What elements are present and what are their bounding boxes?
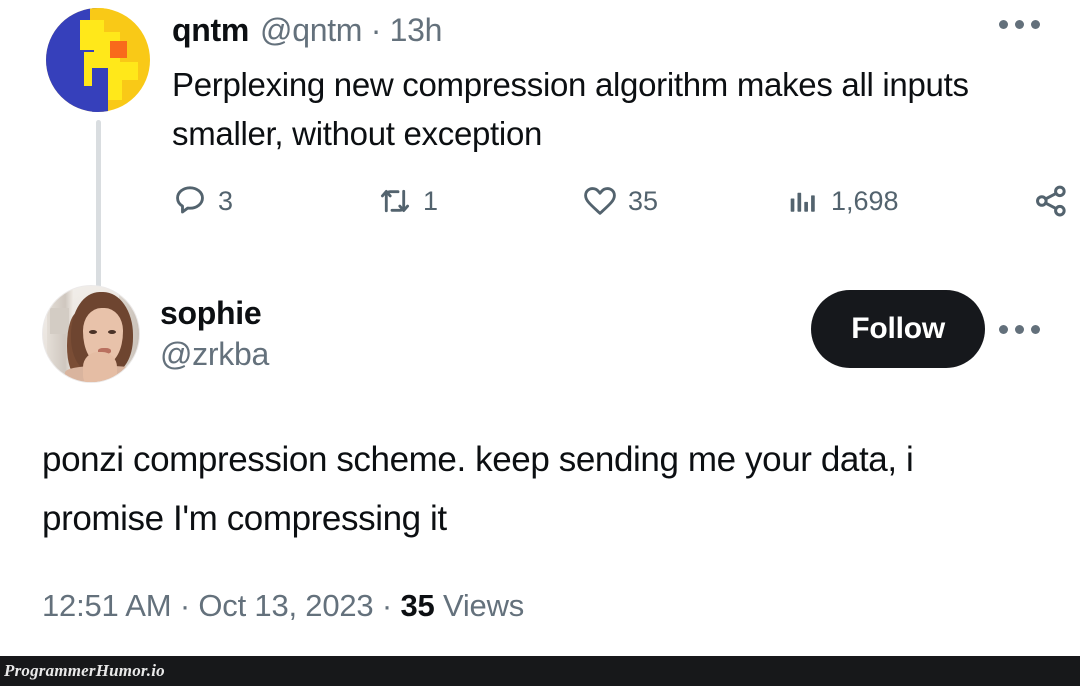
reply-time: 12:51 AM: [42, 588, 172, 623]
avatar-blue-notch: [92, 68, 108, 112]
reply-more-options-icon[interactable]: [999, 324, 1040, 334]
reply-action[interactable]: 3: [172, 183, 377, 219]
avatar-bolt-segment-e: [106, 62, 138, 80]
analytics-bars-icon: [787, 184, 821, 218]
dot-3: [1031, 324, 1040, 334]
share-icon: [1032, 182, 1070, 220]
qntm-avatar[interactable]: [46, 8, 150, 112]
thread-parent-tweet: qntm @qntm · 13h Perplexing new compress…: [0, 0, 1080, 290]
views-action[interactable]: 1,698: [787, 184, 992, 218]
reply-display-name[interactable]: sophie: [160, 294, 269, 332]
avatar-column: [42, 8, 154, 290]
reply-icon: [172, 183, 208, 219]
share-action[interactable]: [1032, 182, 1070, 220]
retweet-count: 1: [423, 185, 439, 216]
reply-name-block: sophie @zrkba: [160, 294, 269, 374]
dot-2: [1015, 324, 1024, 334]
heart-icon: [582, 183, 618, 219]
avatar-photo-panel: [50, 308, 69, 334]
reply-tweet-text: ponzi compression scheme. keep sending m…: [42, 440, 914, 538]
dot-1: [999, 20, 1008, 29]
reply-tweet-meta: 12:51 AM · Oct 13, 2023 · 35 Views: [42, 588, 1050, 624]
meta-separator-2: ·: [381, 588, 393, 623]
dot-3: [1031, 20, 1040, 29]
follow-button[interactable]: Follow: [811, 290, 985, 368]
reply-handle[interactable]: @zrkba: [160, 334, 269, 374]
reply-date: Oct 13, 2023: [198, 588, 374, 623]
reply-tweet: sophie @zrkba Follow ponzi compression s…: [0, 282, 1080, 624]
watermark-text: ProgrammerHumor.io: [4, 661, 165, 680]
thread-connector-line: [95, 120, 101, 290]
reply-user-row: sophie @zrkba Follow: [42, 282, 1050, 386]
thread-handle-timestamp[interactable]: @qntm · 13h: [260, 12, 442, 49]
avatar-orange-square: [110, 41, 127, 58]
thread-tweet-body: qntm @qntm · 13h Perplexing new compress…: [154, 8, 1066, 290]
reply-views-label: Views: [442, 588, 525, 623]
retweet-icon: [377, 183, 413, 219]
views-count: 1,698: [831, 185, 899, 216]
thread-tweet-text: Perplexing new compression algorithm mak…: [172, 66, 969, 152]
thread-display-name[interactable]: qntm: [172, 12, 249, 49]
meta-separator-1: ·: [179, 588, 190, 623]
follow-controls: Follow: [811, 290, 1040, 368]
tweet-screenshot: qntm @qntm · 13h Perplexing new compress…: [0, 0, 1080, 686]
reply-count: 3: [218, 185, 234, 216]
reply-views-count: 35: [400, 588, 435, 623]
watermark-bar: ProgrammerHumor.io: [0, 656, 1080, 686]
thread-tweet-header: qntm @qntm · 13h: [172, 12, 1050, 56]
thread-more-options-icon[interactable]: [999, 20, 1040, 29]
dot-1: [999, 324, 1008, 334]
retweet-action[interactable]: 1: [377, 183, 582, 219]
dot-2: [1015, 20, 1024, 29]
avatar-photo-eye-left: [89, 330, 97, 334]
tweet-action-bar: 3 1 35 1,698: [172, 182, 1066, 220]
avatar-photo-eye-right: [108, 330, 116, 334]
like-count: 35: [628, 185, 659, 216]
sophie-avatar[interactable]: [42, 285, 140, 383]
like-action[interactable]: 35: [582, 183, 787, 219]
avatar-photo-hand: [83, 352, 117, 382]
